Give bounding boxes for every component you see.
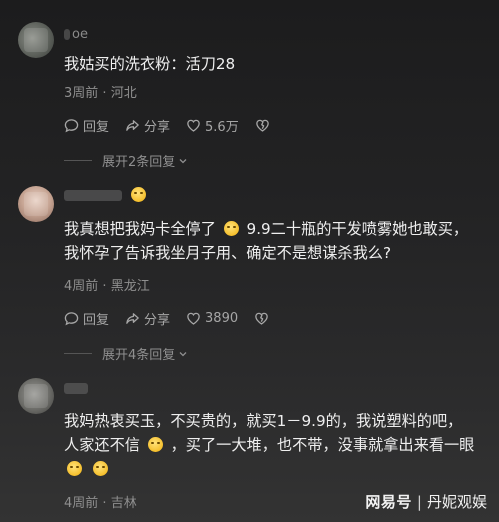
avatar[interactable]: [18, 22, 54, 58]
like-count: 5.6万: [205, 120, 239, 135]
comment-location: 吉林: [110, 496, 137, 511]
comment-actions: 回复 分享 3890: [64, 309, 289, 328]
heart-icon: [187, 312, 200, 325]
comment-text: 我真想把我妈卡全停了 9.9二十瓶的干发喷雾她也敢买， 我怀孕了告诉我坐月子用、…: [64, 220, 469, 262]
reply-button[interactable]: 回复: [64, 116, 109, 135]
share-button[interactable]: 分享: [125, 116, 170, 135]
avatar[interactable]: [18, 186, 54, 222]
expand-replies-button[interactable]: 展开4条回复: [64, 344, 188, 363]
divider: [64, 353, 92, 354]
broken-heart-icon: [255, 119, 269, 132]
chevron-down-icon: [179, 351, 187, 356]
comment-meta: 4周前 · 黑龙江: [64, 279, 150, 294]
broken-heart-icon: [255, 312, 268, 325]
comment-time: 3周前: [64, 86, 99, 101]
emoji-badge-icon: [128, 187, 149, 204]
like-count: 3890: [205, 311, 239, 326]
reply-button[interactable]: 回复: [64, 309, 109, 328]
comment-meta: 4周前 · 吉林: [64, 496, 137, 511]
expand-replies-button[interactable]: 展开2条回复: [64, 151, 188, 170]
dislike-button[interactable]: [254, 311, 273, 326]
netease-logo: 网易号: [365, 493, 412, 511]
comment-location: 黑龙江: [110, 279, 150, 294]
comment-time: 4周前: [64, 496, 99, 511]
comment-time: 4周前: [64, 279, 99, 294]
laugh-emoji-icon: [92, 461, 108, 476]
comment-location: 河北: [110, 86, 137, 101]
username[interactable]: [64, 381, 90, 396]
blurred-username: [64, 383, 88, 394]
comment-text: 我妈热衷买玉，不买贵的，就买1－9.9的，我说塑料的吧， 人家还不信 ，买了一大…: [64, 409, 494, 481]
watermark: 网易号 | 丹妮观娱: [365, 491, 487, 512]
grin-emoji-icon: [223, 221, 239, 236]
comment-meta: 3周前 · 河北: [64, 86, 137, 101]
reply-icon: [64, 119, 79, 133]
reply-icon: [64, 312, 79, 326]
smile-emoji-icon: [131, 187, 147, 202]
chevron-down-icon: [179, 158, 187, 163]
blurred-username: [64, 29, 70, 40]
like-button[interactable]: 3890: [186, 311, 238, 326]
share-icon: [126, 120, 139, 131]
comment-actions: 回复 分享 5.6万: [64, 116, 290, 135]
dislike-button[interactable]: [255, 118, 274, 133]
laugh-emoji-icon: [147, 437, 163, 452]
comment-text: 我姑买的洗衣粉：活刀28: [64, 55, 236, 73]
heart-icon: [187, 119, 200, 132]
watermark-separator: |: [416, 492, 422, 511]
share-button[interactable]: 分享: [125, 309, 170, 328]
like-button[interactable]: 5.6万: [186, 116, 239, 135]
top-faded-text: [0, 0, 499, 10]
avatar-image: [24, 384, 48, 408]
blurred-username: [64, 190, 122, 201]
avatar-image: [24, 192, 48, 216]
avatar-image: [24, 28, 48, 52]
laugh-emoji-icon: [67, 461, 82, 476]
share-icon: [126, 313, 139, 324]
watermark-author: 丹妮观娱: [426, 493, 487, 511]
username[interactable]: [64, 187, 149, 204]
avatar[interactable]: [18, 378, 54, 414]
username[interactable]: oe: [64, 27, 88, 42]
divider: [64, 160, 92, 161]
